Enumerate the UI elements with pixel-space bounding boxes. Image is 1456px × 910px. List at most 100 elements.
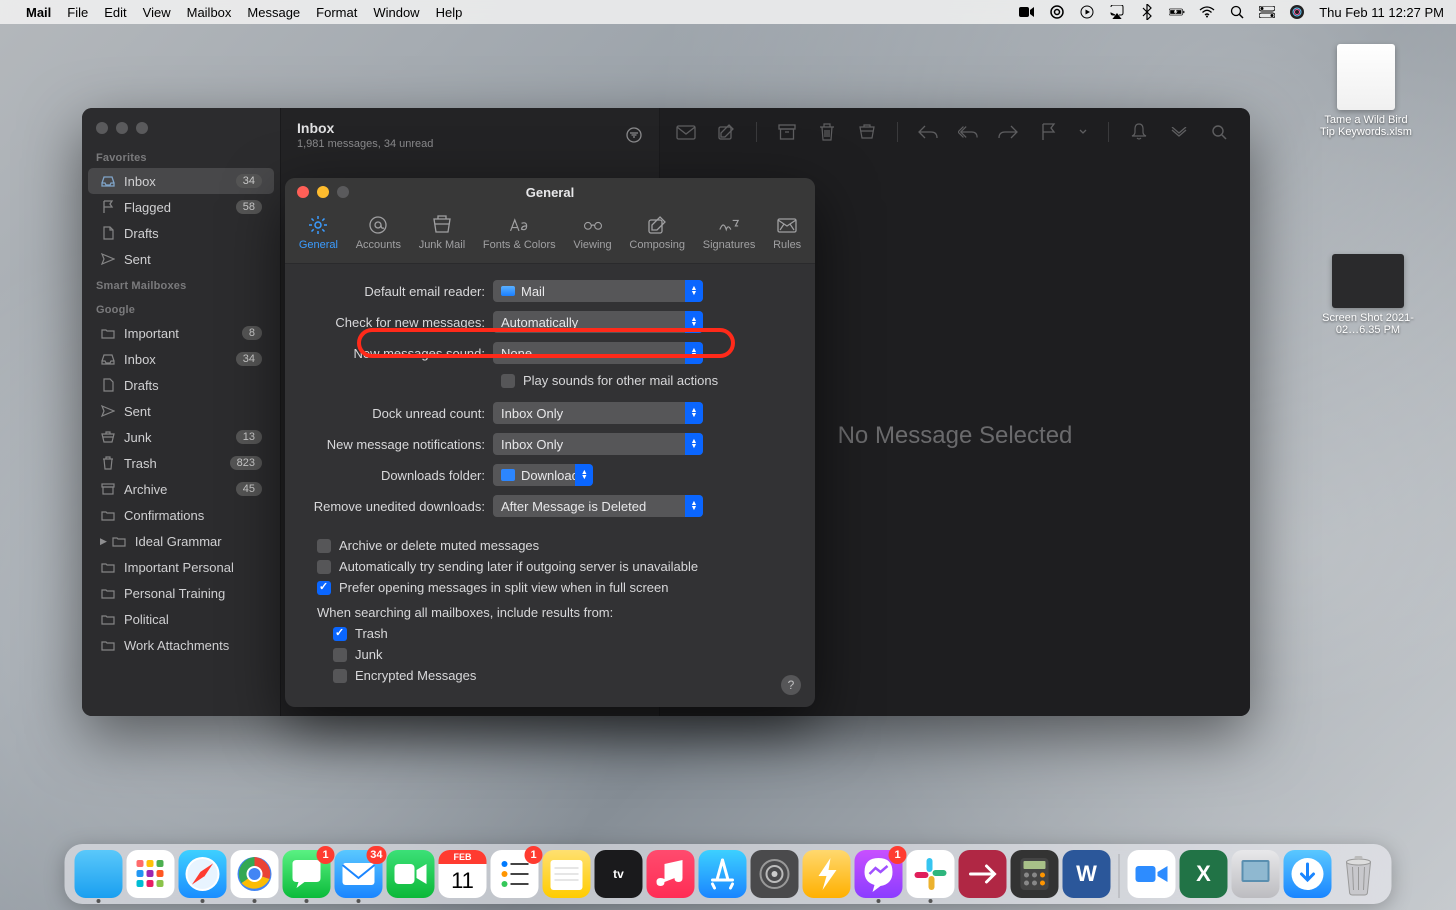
dock-messages[interactable]: 1 (283, 850, 331, 898)
dock-slack[interactable] (907, 850, 955, 898)
menubar-clock[interactable]: Thu Feb 11 12:27 PM (1319, 5, 1444, 20)
forward-icon[interactable] (998, 122, 1018, 142)
zoom-button[interactable] (337, 186, 349, 198)
sidebar-item-flagged[interactable]: Flagged 58 (88, 194, 274, 220)
sidebar-item-drafts[interactable]: Drafts (88, 220, 274, 246)
prefs-tab-general[interactable]: General (293, 210, 344, 255)
dock-messenger[interactable]: 1 (855, 850, 903, 898)
menu-edit[interactable]: Edit (104, 5, 126, 20)
dock-calendar[interactable]: FEB11 (439, 850, 487, 898)
sidebar-item-important[interactable]: Important 8 (88, 320, 274, 346)
dock-music[interactable] (647, 850, 695, 898)
envelope-icon[interactable] (676, 122, 696, 142)
reply-all-icon[interactable] (958, 122, 978, 142)
dock-zoom[interactable] (1128, 850, 1176, 898)
app-name[interactable]: Mail (26, 5, 51, 20)
chevron-down-icon[interactable] (1078, 122, 1088, 142)
trash-checkbox-row[interactable]: Trash (333, 626, 797, 641)
dock-chrome[interactable] (231, 850, 279, 898)
menu-format[interactable]: Format (316, 5, 357, 20)
dock-reminders[interactable]: 1 (491, 850, 539, 898)
sidebar-item-google-drafts[interactable]: Drafts (88, 372, 274, 398)
dock-unread-select[interactable]: Inbox Only▲▼ (493, 402, 703, 424)
desktop-file-xlsm[interactable]: Tame a Wild Bird Tip Keywords.xlsm (1316, 44, 1416, 138)
sidebar-item-confirmations[interactable]: Confirmations (88, 502, 274, 528)
notifications-select[interactable]: Inbox Only▲▼ (493, 433, 703, 455)
prefs-tab-accounts[interactable]: Accounts (350, 210, 407, 255)
sidebar-item-sent[interactable]: Sent (88, 246, 274, 272)
dock-spark[interactable] (803, 850, 851, 898)
archive-muted-checkbox-row[interactable]: Archive or delete muted messages (317, 538, 797, 553)
junk-checkbox[interactable] (333, 648, 347, 662)
default-reader-select[interactable]: Mail▲▼ (493, 280, 703, 302)
minimize-button[interactable] (317, 186, 329, 198)
auto-retry-checkbox-row[interactable]: Automatically try sending later if outgo… (317, 559, 797, 574)
sidebar-item-work-attachments[interactable]: Work Attachments (88, 632, 274, 658)
airplay-icon[interactable] (1109, 4, 1125, 20)
search-icon[interactable] (1209, 122, 1229, 142)
help-button[interactable]: ? (781, 675, 801, 695)
facetime-icon[interactable] (1019, 4, 1035, 20)
dock-facetime[interactable] (387, 850, 435, 898)
play-icon[interactable] (1079, 4, 1095, 20)
play-other-checkbox-row[interactable]: Play sounds for other mail actions (501, 373, 797, 388)
auto-retry-checkbox[interactable] (317, 560, 331, 574)
dock-appstore[interactable] (699, 850, 747, 898)
more-icon[interactable] (1169, 122, 1189, 142)
remove-dl-select[interactable]: After Message is Deleted▲▼ (493, 495, 703, 517)
sidebar-item-important-personal[interactable]: Important Personal (88, 554, 274, 580)
sidebar-item-archive[interactable]: Archive 45 (88, 476, 274, 502)
play-other-checkbox[interactable] (501, 374, 515, 388)
junk-icon[interactable] (857, 122, 877, 142)
sidebar-item-junk[interactable]: Junk 13 (88, 424, 274, 450)
prefs-titlebar[interactable]: General (285, 178, 815, 206)
new-sound-select[interactable]: None▲▼ (493, 342, 703, 364)
menu-view[interactable]: View (143, 5, 171, 20)
check-new-select[interactable]: Automatically▲▼ (493, 311, 703, 333)
dock-preview[interactable] (1232, 850, 1280, 898)
trash-checkbox[interactable] (333, 627, 347, 641)
desktop-file-screenshot[interactable]: Screen Shot 2021-02…6.35 PM (1318, 254, 1418, 336)
dock-launchpad[interactable] (127, 850, 175, 898)
sidebar-item-political[interactable]: Political (88, 606, 274, 632)
bluetooth-icon[interactable] (1139, 4, 1155, 20)
mail-traffic-lights[interactable] (82, 108, 280, 144)
downloads-select[interactable]: Downloads▲▼ (493, 464, 593, 486)
prefs-traffic-lights[interactable] (297, 186, 349, 198)
dock-safari[interactable] (179, 850, 227, 898)
dock-notes[interactable] (543, 850, 591, 898)
split-view-checkbox[interactable] (317, 581, 331, 595)
mute-icon[interactable] (1129, 122, 1149, 142)
flag-icon[interactable] (1038, 122, 1058, 142)
menu-message[interactable]: Message (247, 5, 300, 20)
menu-file[interactable]: File (67, 5, 88, 20)
sidebar-item-inbox[interactable]: Inbox 34 (88, 168, 274, 194)
encrypted-checkbox[interactable] (333, 669, 347, 683)
prefs-tab-rules[interactable]: Rules (767, 210, 807, 255)
prefs-tab-fonts[interactable]: Fonts & Colors (477, 210, 561, 255)
close-button[interactable] (297, 186, 309, 198)
prefs-tab-viewing[interactable]: Viewing (567, 210, 617, 255)
dock-appletv[interactable]: tv (595, 850, 643, 898)
split-view-checkbox-row[interactable]: Prefer opening messages in split view wh… (317, 580, 797, 595)
dock-downloads[interactable] (1284, 850, 1332, 898)
menu-window[interactable]: Window (373, 5, 419, 20)
battery-icon[interactable] (1169, 4, 1185, 20)
dock-trash[interactable] (1336, 850, 1382, 898)
menu-help[interactable]: Help (436, 5, 463, 20)
dock-settings[interactable] (751, 850, 799, 898)
prefs-tab-composing[interactable]: Composing (624, 210, 691, 255)
spotlight-icon[interactable] (1229, 4, 1245, 20)
sidebar-item-google-inbox[interactable]: Inbox 34 (88, 346, 274, 372)
sidebar-item-google-sent[interactable]: Sent (88, 398, 274, 424)
dock-excel[interactable]: X (1180, 850, 1228, 898)
dock-app-maroon[interactable] (959, 850, 1007, 898)
dock-word[interactable]: W (1063, 850, 1111, 898)
prefs-tab-junk[interactable]: Junk Mail (413, 210, 471, 255)
wifi-icon[interactable] (1199, 4, 1215, 20)
encrypted-checkbox-row[interactable]: Encrypted Messages (333, 668, 797, 683)
control-center-icon[interactable] (1259, 4, 1275, 20)
sidebar-item-ideal-grammar[interactable]: ▶ Ideal Grammar (88, 528, 274, 554)
trash-icon[interactable] (817, 122, 837, 142)
dock-finder[interactable] (75, 850, 123, 898)
